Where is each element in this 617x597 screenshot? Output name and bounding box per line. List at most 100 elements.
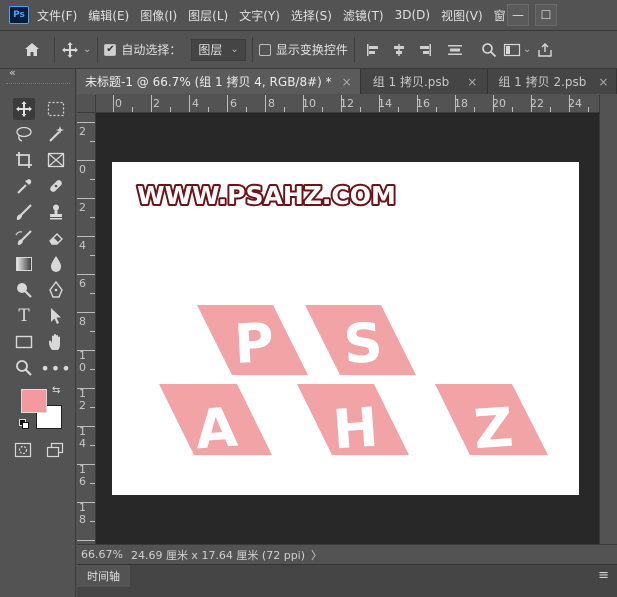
eraser-tool-icon[interactable] xyxy=(45,227,67,249)
default-colors-icon[interactable] xyxy=(19,419,29,429)
hand-tool-icon[interactable] xyxy=(45,331,67,353)
menu-image[interactable]: 图像(I) xyxy=(140,7,177,24)
collapse-panel-icon[interactable]: « xyxy=(9,66,16,79)
timeline-panel: 时间轴 ≡ xyxy=(77,564,617,597)
ruler-label: 12 xyxy=(340,97,354,110)
stamp-tool-icon[interactable] xyxy=(45,201,67,223)
tile-letter: H xyxy=(331,395,380,461)
vertical-ruler[interactable]: 2 0 2 4 6 8 1 0 1 2 1 4 1 6 1 8 xyxy=(77,113,96,544)
document-canvas[interactable]: WWW.PSAHZ.COM P S A H Z xyxy=(112,162,579,495)
ruler-label: 0 xyxy=(115,97,122,110)
menu-type[interactable]: 文字(Y) xyxy=(239,7,280,24)
status-menu-arrow[interactable]: 〉 xyxy=(311,547,322,563)
history-brush-icon[interactable] xyxy=(13,227,35,249)
move-tool-icon[interactable] xyxy=(13,98,35,120)
zoom-level[interactable]: 66.67% xyxy=(81,548,123,561)
tab-untitled-1[interactable]: 未标题-1 @ 66.7% (组 1 拷贝 4, RGB/8#) * × xyxy=(77,69,361,94)
tile-letter: Z xyxy=(472,396,515,462)
menu-layer[interactable]: 图层(L) xyxy=(188,7,228,24)
menu-view[interactable]: 视图(V) xyxy=(441,7,483,24)
quick-mask-icon[interactable] xyxy=(12,439,34,461)
show-transform-checkbox[interactable] xyxy=(258,43,271,56)
home-icon[interactable] xyxy=(22,42,42,57)
zoom-tool-icon[interactable] xyxy=(13,357,35,379)
path-select-icon[interactable] xyxy=(45,305,67,327)
ruler-label: 6 xyxy=(79,277,86,290)
tile-a: A xyxy=(159,384,272,461)
ruler-corner[interactable] xyxy=(77,95,96,113)
ruler-label: 4 xyxy=(79,437,86,450)
align-center-icon[interactable] xyxy=(391,42,407,58)
tile-h: H xyxy=(297,384,409,461)
chevron-down-icon[interactable]: ⌄ xyxy=(83,44,91,55)
close-icon[interactable]: × xyxy=(342,75,352,89)
type-tool-icon[interactable]: T xyxy=(13,305,35,327)
gradient-tool-icon[interactable] xyxy=(13,253,35,275)
tile-letter: P xyxy=(233,311,276,376)
align-right-icon[interactable] xyxy=(417,42,433,58)
magic-wand-icon[interactable] xyxy=(45,123,67,145)
close-icon[interactable]: × xyxy=(598,75,608,89)
align-left-icon[interactable] xyxy=(365,42,381,58)
menu-select[interactable]: 选择(S) xyxy=(291,7,332,24)
rectangle-tool-icon[interactable] xyxy=(13,331,35,353)
ruler-label: 2 xyxy=(79,201,86,214)
ruler-label: 24 xyxy=(568,97,582,110)
timeline-tab[interactable]: 时间轴 xyxy=(77,565,130,587)
ruler-label: 14 xyxy=(378,97,392,110)
lasso-tool-icon[interactable] xyxy=(13,123,35,145)
panel-menu-icon[interactable]: ≡ xyxy=(598,568,609,583)
menu-3d[interactable]: 3D(D) xyxy=(395,8,430,22)
pen-tool-icon[interactable] xyxy=(45,279,67,301)
healing-brush-icon[interactable] xyxy=(45,175,67,197)
eyedropper-icon[interactable] xyxy=(13,175,35,197)
search-icon[interactable] xyxy=(481,42,497,58)
foreground-color-swatch[interactable] xyxy=(21,389,47,413)
layer-select-dropdown[interactable]: 图层 ⌄ xyxy=(191,38,246,61)
tile-letter: S xyxy=(342,311,384,376)
brush-tool-icon[interactable] xyxy=(13,201,35,223)
tab-group-copy[interactable]: 组 1 拷贝.psb × xyxy=(360,69,489,94)
maximize-button[interactable]: ☐ xyxy=(535,4,557,26)
document-tabs: 未标题-1 @ 66.7% (组 1 拷贝 4, RGB/8#) * × 组 1… xyxy=(77,69,617,94)
auto-select-checkbox[interactable]: ✔ xyxy=(104,43,117,56)
ruler-label: 6 xyxy=(230,97,237,110)
ruler-label: 8 xyxy=(79,513,86,526)
tile-letter: A xyxy=(193,396,239,462)
tools-panel: « T ••• ⇆ xyxy=(0,66,76,597)
marquee-tool-icon[interactable] xyxy=(45,98,67,120)
swap-colors-icon[interactable]: ⇆ xyxy=(52,385,60,396)
ruler-label: 2 xyxy=(79,399,86,412)
more-tools-icon[interactable]: ••• xyxy=(40,357,70,379)
close-icon[interactable]: × xyxy=(467,75,477,89)
ruler-label: 2 xyxy=(153,97,160,110)
workspace-icon[interactable] xyxy=(503,42,521,58)
menu-file[interactable]: 文件(F) xyxy=(37,7,77,24)
distribute-icon[interactable] xyxy=(447,42,463,58)
frame-tool-icon[interactable] xyxy=(45,149,67,171)
tile-z: Z xyxy=(435,384,548,461)
chevron-down-icon[interactable]: ⌄ xyxy=(523,44,531,55)
blur-tool-icon[interactable] xyxy=(45,253,67,275)
tab-group-copy-2[interactable]: 组 1 拷贝 2.psb × xyxy=(488,69,617,94)
ruler-label: 2 xyxy=(79,125,86,138)
ruler-label: 6 xyxy=(79,475,86,488)
ruler-label: 22 xyxy=(530,97,544,110)
ruler-label: 4 xyxy=(79,239,86,252)
divider xyxy=(251,36,253,63)
move-tool-icon[interactable] xyxy=(61,41,79,59)
dodge-tool-icon[interactable] xyxy=(13,279,35,301)
minimize-button[interactable]: — xyxy=(507,4,529,26)
screen-mode-icon[interactable] xyxy=(44,439,66,461)
vertical-scrollbar[interactable] xyxy=(599,95,617,544)
menu-filter[interactable]: 滤镜(T) xyxy=(343,7,384,24)
crop-tool-icon[interactable] xyxy=(13,149,35,171)
tile-p: P xyxy=(197,305,308,376)
ruler-label: 0 xyxy=(79,163,86,176)
share-icon[interactable] xyxy=(537,42,553,58)
menu-edit[interactable]: 编辑(E) xyxy=(88,7,129,24)
ruler-label: 0 xyxy=(79,361,86,374)
ruler-label: 10 xyxy=(302,97,316,110)
horizontal-ruler[interactable]: 0 2 4 6 8 10 12 14 16 18 20 22 24 xyxy=(96,95,599,113)
photoshop-logo-icon[interactable]: Ps xyxy=(9,6,29,24)
